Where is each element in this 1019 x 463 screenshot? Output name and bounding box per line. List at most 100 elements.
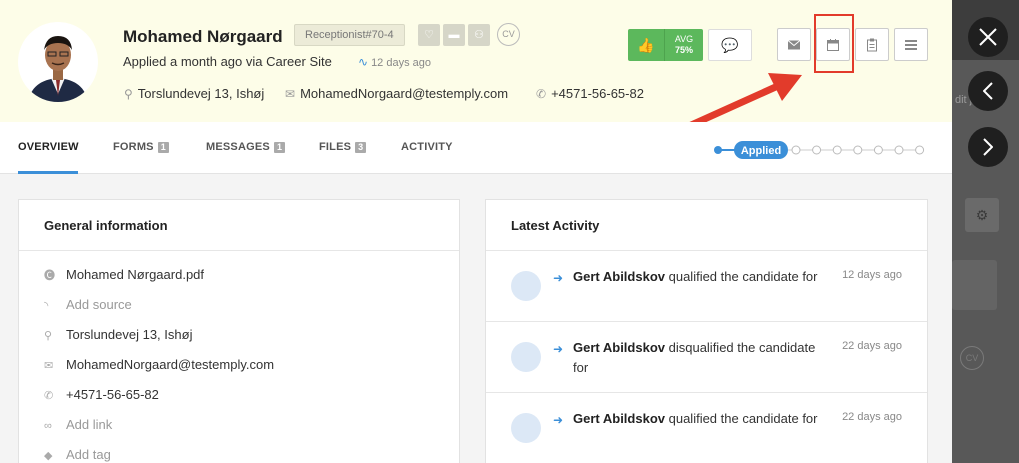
background-card [952,260,997,310]
email[interactable]: ✉ MohamedNorgaard@testemply.com [285,86,508,101]
activity-actor[interactable]: Gert Abildskov [573,411,665,426]
pipeline-step[interactable] [853,145,863,155]
favorite-button[interactable]: ♡ [418,24,440,46]
tab-count: 1 [157,142,169,153]
users-icon: ⚇ [474,29,484,41]
link-icon: ∞ [44,420,52,432]
phone-icon: ✆ [44,390,54,402]
candidate-avatar [18,22,98,102]
activity-text: Gert Abildskov disqualified the candidat… [573,338,823,378]
avg-label: AVG [674,34,694,44]
send-message-button[interactable] [777,28,811,61]
pipeline-step-done[interactable] [714,146,722,154]
pipeline-step[interactable] [832,145,842,155]
tab-label: MESSAGES [206,141,270,153]
arrow-right-icon: ➜ [553,342,564,356]
job-badge[interactable]: Receptionist#70-4 [294,24,405,46]
tab-files[interactable]: FILES 3 [319,141,367,153]
tab-label: ACTIVITY [401,141,453,153]
map-pin-icon: ⚲ [124,87,133,101]
comments-button[interactable]: 💬 [708,29,752,61]
chevron-left-icon [983,82,993,100]
phone-text[interactable]: +4571-56-65-82 [551,86,644,101]
days-ago: ∿ 12 days ago [358,55,431,69]
pipeline-step[interactable] [915,145,925,155]
share-button[interactable]: ⚇ [468,24,490,46]
background-page: dit job ⚙ CV [952,60,1019,463]
previous-candidate-button[interactable] [968,71,1008,111]
card-title: Latest Activity [511,218,600,233]
pipeline-stage-label: Applied [741,145,781,157]
clipboard-icon [867,38,877,51]
background-cv-icon: CV [960,346,984,370]
evaluate-button[interactable] [855,28,889,61]
address: ⚲ Torslundevej 13, Ishøj [124,86,264,101]
pipeline-step[interactable] [791,145,801,155]
heart-icon: ♡ [424,29,434,41]
info-row-text: Torslundevej 13, Ishøj [66,327,193,342]
tab-overview[interactable]: OVERVIEW [18,141,79,153]
activity-item: ➜ Gert Abildskov disqualified the candida… [486,322,927,393]
tab-messages[interactable]: MESSAGES 1 [206,141,286,153]
info-row-text[interactable]: Add link [66,417,112,432]
cv-icon: 🅒 [44,270,55,282]
avg-value: 75% [674,45,693,55]
highlight-annotation [814,14,854,73]
pipeline-step[interactable] [873,145,883,155]
activity-time: 12 days ago [842,269,902,281]
arrow-right-icon: ➜ [553,413,564,427]
user-avatar [511,413,541,443]
next-candidate-button[interactable] [968,127,1008,167]
activity-actor[interactable]: Gert Abildskov [573,340,665,355]
envelope-icon: ✉ [44,360,54,372]
cv-button[interactable]: CV [497,23,520,46]
move-job-button[interactable]: ▬ [443,24,465,46]
tab-activity[interactable]: ACTIVITY [401,141,453,153]
general-info-card: General information 🅒 Mohamed Nørgaard.pd… [18,199,460,463]
more-menu-button[interactable] [894,28,928,61]
info-row[interactable]: ∞ Add link [44,417,112,432]
pipeline-progress: Applied [714,141,925,159]
hamburger-icon [905,39,917,50]
gear-icon: ⚙ [965,198,999,232]
map-pin-icon: ⚲ [44,330,53,342]
info-row-text[interactable]: Add tag [66,447,111,462]
activity-time: 22 days ago [842,340,902,352]
pipeline-step[interactable] [812,145,822,155]
tab-count: 1 [273,142,286,153]
activity-text: Gert Abildskov qualified the candidate f… [573,409,823,429]
info-row[interactable]: ◝ Add source [44,297,132,312]
background-overlay: dit job ⚙ CV [952,0,1019,463]
tab-label: FORMS [113,141,154,153]
info-row: ✉ MohamedNorgaard@testemply.com [44,357,274,372]
close-button[interactable] [968,17,1008,57]
user-avatar [511,271,541,301]
activity-actor[interactable]: Gert Abildskov [573,269,665,284]
email-text[interactable]: MohamedNorgaard@testemply.com [300,86,508,101]
tab-forms[interactable]: FORMS 1 [113,141,169,153]
candidate-name: Mohamed Nørgaard [123,27,283,46]
avg-rating[interactable]: AVG 75% [664,29,703,61]
pipeline-step[interactable] [894,145,904,155]
active-tab-indicator [18,171,78,174]
envelope-icon: ✉ [285,87,296,101]
info-row-text: MohamedNorgaard@testemply.com [66,357,275,372]
candidate-header: Mohamed Nørgaard Receptionist#70-4 ♡ ▬ ⚇… [0,0,952,144]
card-title: General information [44,218,168,233]
activity-text: Gert Abildskov qualified the candidate f… [573,267,823,287]
arrow-right-icon: ➜ [553,271,564,285]
info-row-text: Mohamed Nørgaard.pdf [66,267,205,282]
applied-info: Applied a month ago via Career Site [123,54,332,69]
thumbs-up-button[interactable]: 👍 [628,29,664,61]
tab-count: 3 [355,142,367,153]
user-avatar [511,342,541,372]
phone-icon: ✆ [536,87,547,101]
info-row-text[interactable]: Add source [66,297,132,312]
chat-icon: 💬 [721,37,739,53]
info-row: 🅒 Mohamed Nørgaard.pdf [44,267,204,283]
activity-item: ➜ Gert Abildskov qualified the candidate … [486,393,927,463]
address-text: Torslundevej 13, Ishøj [137,86,265,101]
phone[interactable]: ✆ +4571-56-65-82 [536,86,644,101]
days-ago-label: 12 days ago [371,57,431,69]
info-row[interactable]: ◆ Add tag [44,447,111,462]
